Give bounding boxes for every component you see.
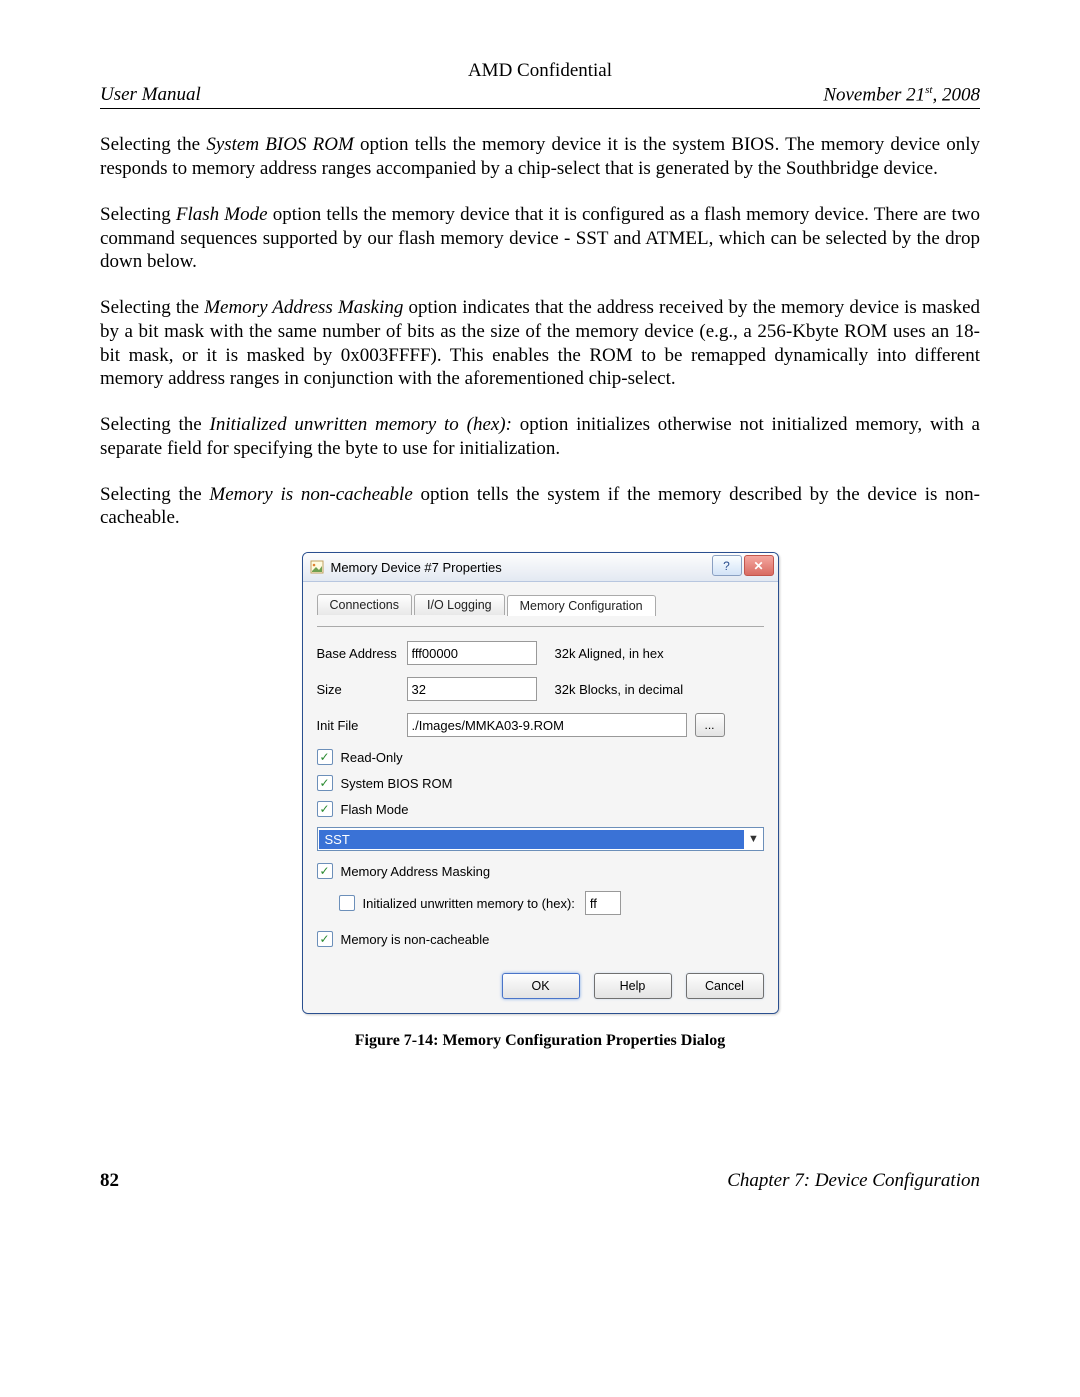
ok-button[interactable]: OK [502,973,580,999]
browse-button[interactable]: ... [695,713,725,737]
paragraph-5: Selecting the Memory is non-cacheable op… [100,483,980,531]
input-hex-byte[interactable] [585,891,621,915]
window-icon [309,559,325,575]
input-base-address[interactable] [407,641,537,665]
label-read-only: Read-Only [341,750,403,765]
label-flash-mode: Flash Mode [341,802,409,817]
label-non-cache: Memory is non-cacheable [341,932,490,947]
label-system-bios: System BIOS ROM [341,776,453,791]
label-mem-mask: Memory Address Masking [341,864,491,879]
dropdown-value: SST [319,830,744,849]
dropdown-flash-type[interactable]: SST ▼ [317,827,764,851]
checkbox-non-cache[interactable]: ✓ [317,931,333,947]
checkbox-read-only[interactable]: ✓ [317,749,333,765]
help-button[interactable]: Help [594,973,672,999]
tab-io-logging[interactable]: I/O Logging [414,594,505,615]
properties-dialog: Memory Device #7 Properties ? ✕ Connecti… [302,552,779,1014]
figure-caption: Figure 7-14: Memory Configuration Proper… [100,1032,980,1050]
checkbox-init-hex[interactable]: ✓ [339,895,355,911]
paragraph-4: Selecting the Initialized unwritten memo… [100,413,980,461]
tab-memory-config[interactable]: Memory Configuration [507,595,656,616]
input-init-file[interactable] [407,713,687,737]
paragraph-3: Selecting the Memory Address Masking opt… [100,296,980,391]
help-button-icon[interactable]: ? [712,555,742,576]
hint-base-address: 32k Aligned, in hex [555,646,664,661]
page-number: 82 [100,1170,119,1192]
label-base-address: Base Address [317,646,407,661]
close-icon[interactable]: ✕ [744,555,774,576]
label-init-file: Init File [317,718,407,733]
paragraph-1: Selecting the System BIOS ROM option tel… [100,133,980,181]
paragraph-2: Selecting Flash Mode option tells the me… [100,203,980,274]
input-size[interactable] [407,677,537,701]
label-size: Size [317,682,407,697]
header-date: November 21st, 2008 [823,84,980,106]
window-title: Memory Device #7 Properties [331,560,502,575]
tab-strip: Connections I/O Logging Memory Configura… [317,594,764,615]
chapter-label: Chapter 7: Device Configuration [727,1170,980,1192]
hint-size: 32k Blocks, in decimal [555,682,684,697]
label-init-hex: Initialized unwritten memory to (hex): [363,896,575,911]
header-left: User Manual [100,84,201,106]
header-confidential: AMD Confidential [100,60,980,82]
chevron-down-icon: ▼ [745,833,763,845]
checkbox-flash-mode[interactable]: ✓ [317,801,333,817]
checkbox-system-bios[interactable]: ✓ [317,775,333,791]
cancel-button[interactable]: Cancel [686,973,764,999]
tab-connections[interactable]: Connections [317,594,413,615]
titlebar[interactable]: Memory Device #7 Properties ? ✕ [303,553,778,582]
checkbox-mem-mask[interactable]: ✓ [317,863,333,879]
